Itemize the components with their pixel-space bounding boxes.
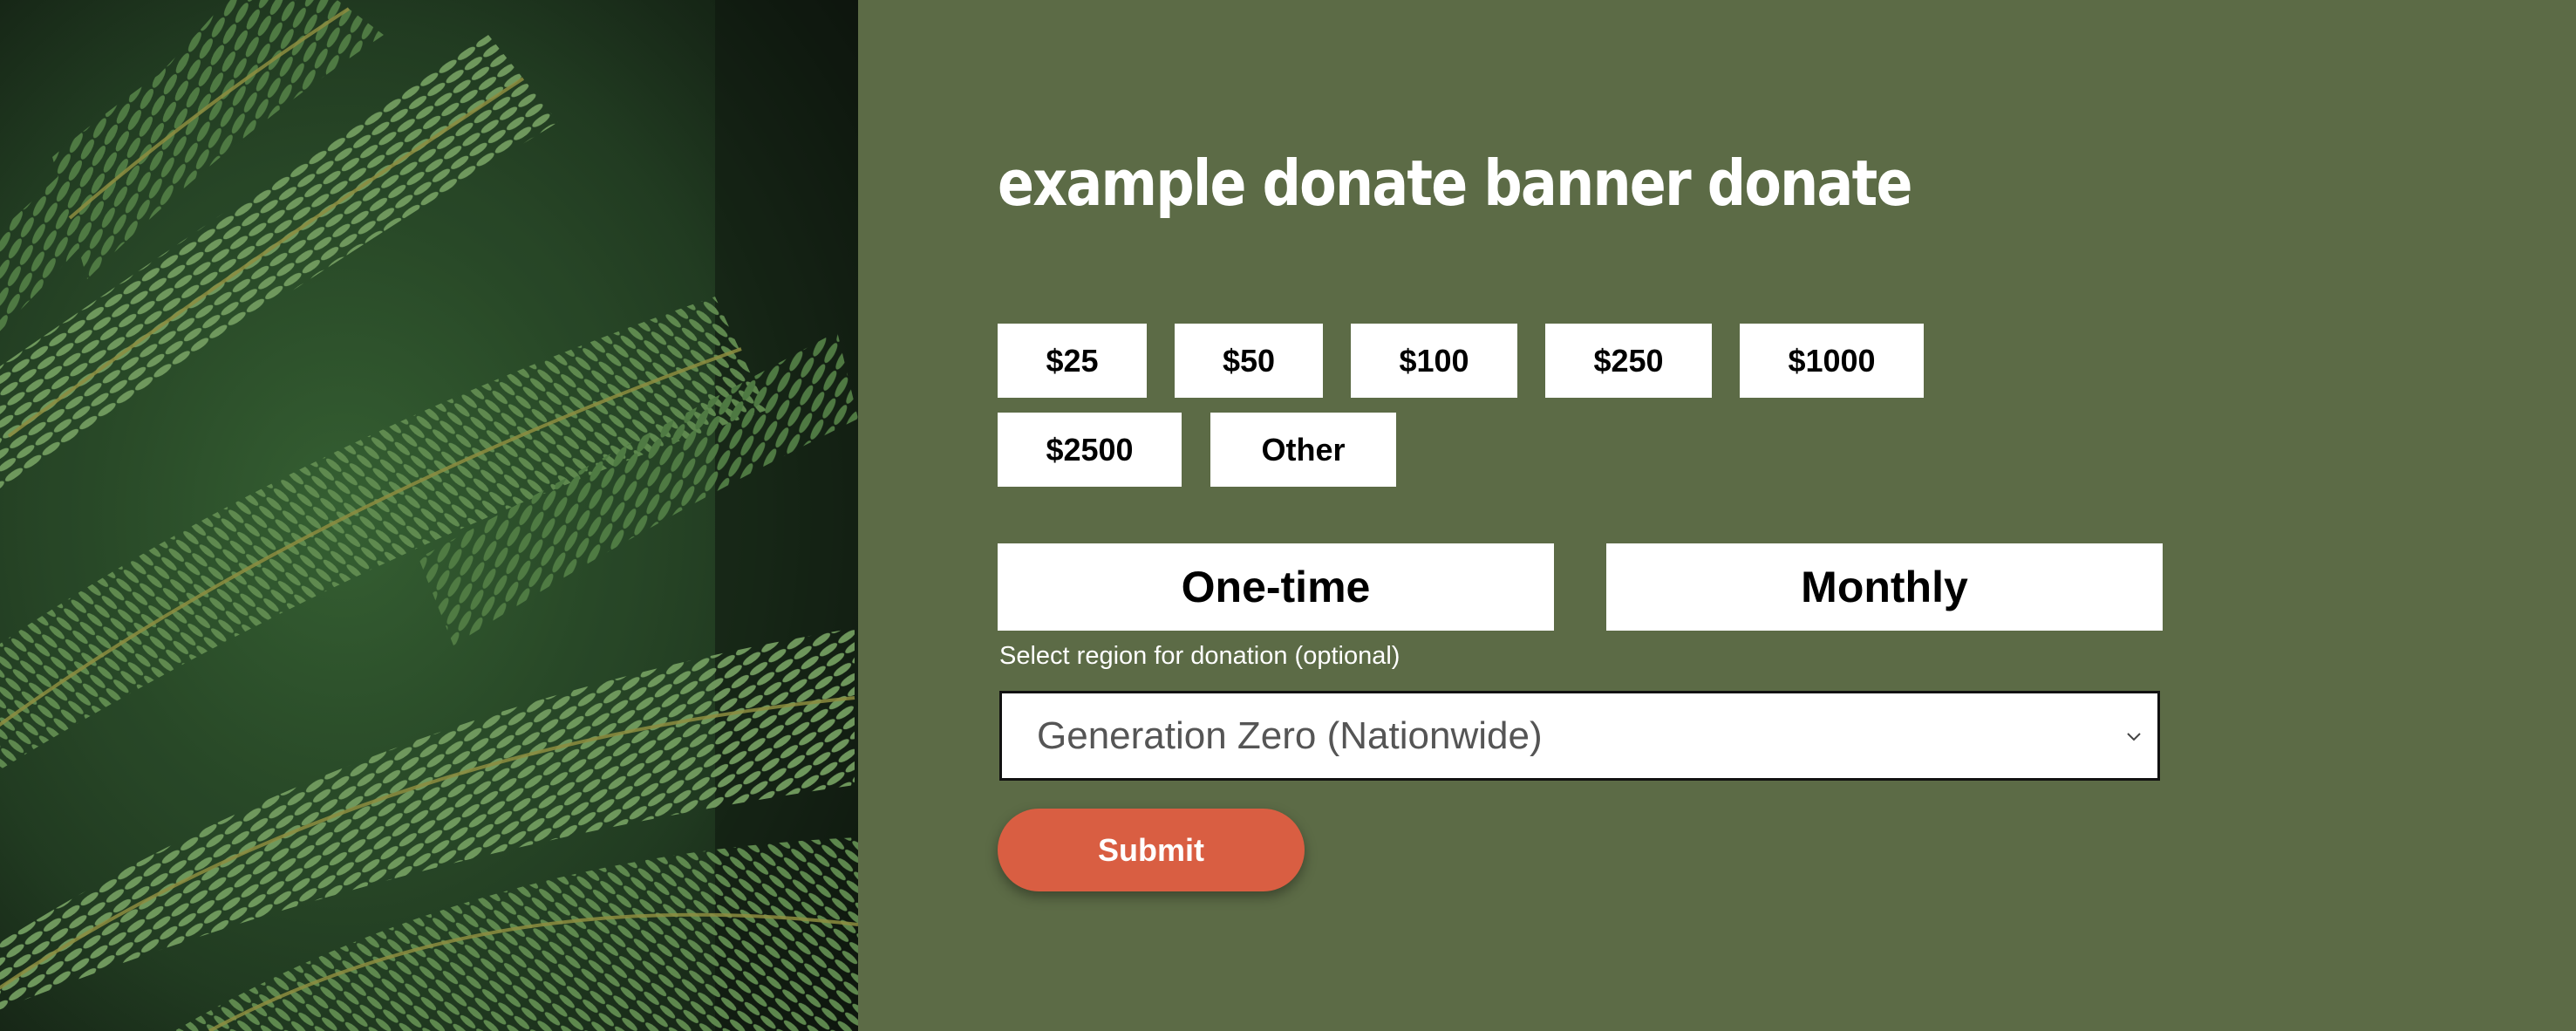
one-time-button[interactable]: One-time [998, 543, 1554, 631]
region-select-value: Generation Zero (Nationwide) [1037, 714, 1543, 757]
monthly-button[interactable]: Monthly [1606, 543, 2163, 631]
region-select[interactable]: Generation Zero (Nationwide) [999, 691, 2160, 781]
amount-button-2500[interactable]: $2500 [998, 413, 1182, 487]
chevron-down-icon [2127, 733, 2141, 741]
amount-button-50[interactable]: $50 [1175, 324, 1323, 398]
fern-image [0, 0, 858, 1031]
amount-button-other[interactable]: Other [1210, 413, 1396, 487]
amount-button-25[interactable]: $25 [998, 324, 1147, 398]
amount-button-100[interactable]: $100 [1351, 324, 1517, 398]
banner-title: example donate banner donate [998, 147, 1912, 220]
submit-button[interactable]: Submit [998, 809, 1305, 891]
fern-photo [0, 0, 858, 1031]
amount-button-1000[interactable]: $1000 [1740, 324, 1924, 398]
region-label: Select region for donation (optional) [999, 642, 1400, 670]
amount-button-250[interactable]: $250 [1545, 324, 1712, 398]
